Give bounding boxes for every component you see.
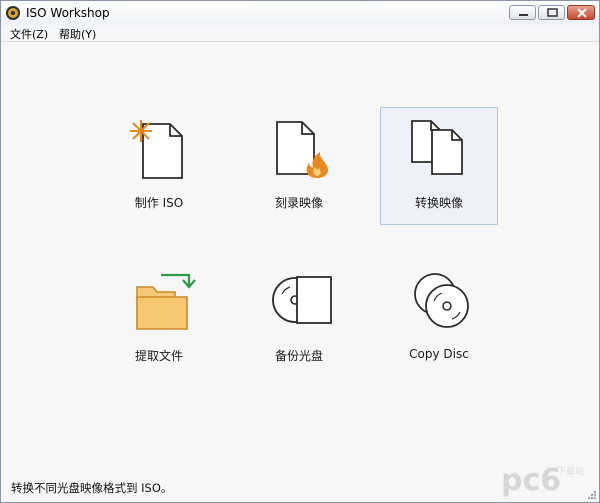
make-iso-icon (130, 120, 183, 179)
app-disc-icon (6, 6, 20, 20)
tile-backup-disc[interactable]: 备份光盘 (240, 260, 358, 378)
tile-copy-disc[interactable]: Copy Disc (380, 260, 498, 378)
backup-disc-icon (272, 276, 332, 324)
tile-convert-image[interactable]: 转换映像 (380, 107, 498, 225)
minimize-button[interactable] (509, 5, 536, 20)
burn-image-icon (276, 121, 328, 178)
menu-file[interactable]: 文件(Z) (10, 26, 48, 42)
svg-text:下载站: 下载站 (557, 465, 584, 477)
tile-label: 刻录映像 (274, 196, 323, 210)
tile-burn-image[interactable]: 刻录映像 (240, 107, 358, 225)
copy-disc-icon (414, 273, 469, 328)
tile-label: Copy Disc (409, 347, 469, 361)
title-bar[interactable]: ISO Workshop (1, 1, 599, 25)
close-icon (577, 8, 587, 18)
convert-image-icon (411, 120, 463, 175)
tile-label: 备份光盘 (274, 349, 323, 363)
app-window: ISO Workshop 文件(Z) 帮助(Y) 制作 ISO 刻录映像 转换映… (0, 0, 600, 503)
close-button[interactable] (567, 5, 595, 20)
maximize-icon (547, 8, 558, 17)
watermark-logo: pc6 下载站 (499, 456, 591, 500)
tile-label: 制作 ISO (134, 196, 184, 210)
tile-label: 转换映像 (414, 196, 463, 210)
tile-label: 提取文件 (134, 349, 183, 363)
status-text: 转换不同光盘映像格式到 ISO。 (11, 481, 173, 495)
tile-extract-files[interactable]: 提取文件 (100, 260, 218, 378)
tile-make-iso[interactable]: 制作 ISO (100, 107, 218, 225)
pc6-logo-icon: pc6 下载站 (501, 463, 584, 498)
menu-bar: 文件(Z) 帮助(Y) (1, 25, 599, 42)
maximize-button[interactable] (538, 5, 565, 20)
extract-files-icon (136, 273, 196, 330)
svg-text:pc6: pc6 (501, 463, 561, 498)
minimize-icon (519, 14, 528, 16)
main-area: 制作 ISO 刻录映像 转换映像 提取文件 备份光盘 Copy Disc (1, 42, 599, 472)
menu-help[interactable]: 帮助(Y) (59, 26, 96, 42)
window-title: ISO Workshop (26, 6, 110, 20)
